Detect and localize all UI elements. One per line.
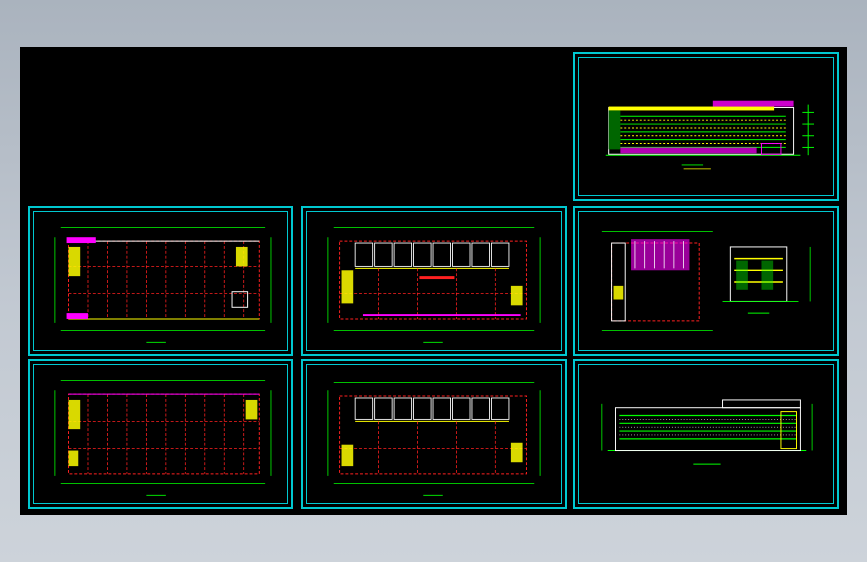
floor-plan-drawing — [54, 380, 272, 496]
elevation-drawing — [605, 100, 815, 170]
sheet-elevation-top[interactable] — [573, 52, 839, 201]
sheet-plan-3[interactable] — [573, 206, 839, 356]
sheet-plan-5[interactable] — [301, 359, 567, 509]
floor-plan-drawing — [327, 382, 541, 496]
elevation-drawing — [601, 399, 813, 465]
floor-plan-drawing — [54, 227, 272, 343]
floor-plan-drawing — [327, 227, 541, 343]
sheet-plan-1[interactable] — [28, 206, 293, 356]
cad-model-space[interactable] — [20, 47, 847, 515]
partial-plan-drawing — [601, 230, 811, 332]
sheet-plan-4[interactable] — [28, 359, 293, 509]
sheet-plan-2[interactable] — [301, 206, 567, 356]
sheet-elevation-bottom[interactable] — [573, 359, 839, 509]
